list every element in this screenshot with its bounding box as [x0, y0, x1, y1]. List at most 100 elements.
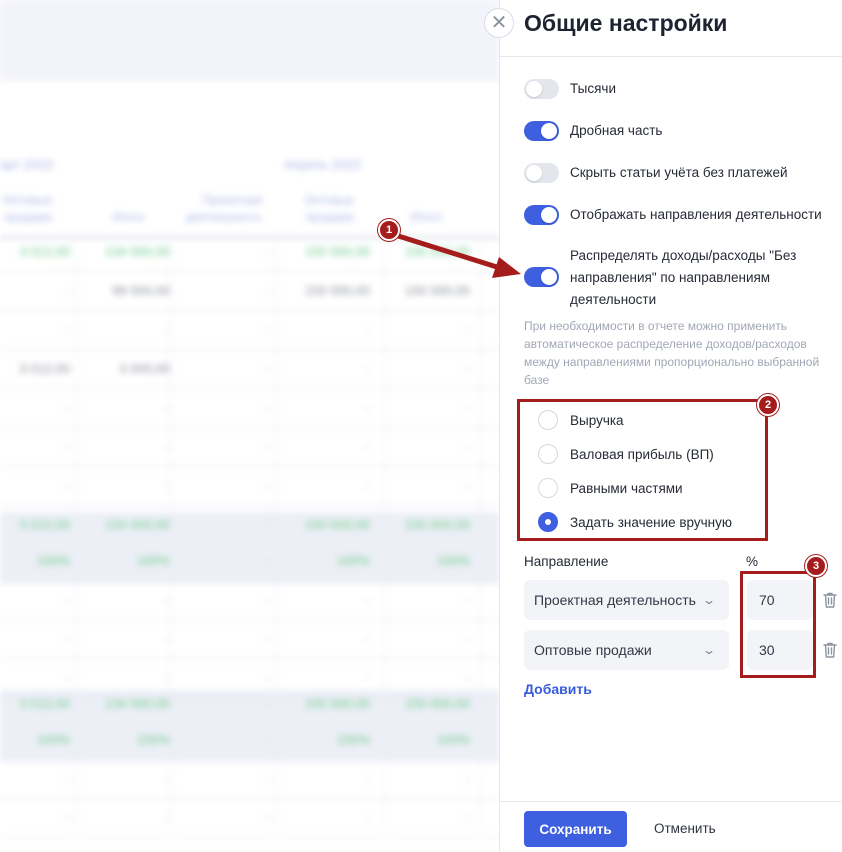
direction-select[interactable]: Проектная деятельность ⌄: [524, 580, 729, 620]
table-cell: 100%: [36, 732, 70, 747]
trash-icon[interactable]: [822, 641, 838, 659]
column-divider: [480, 240, 481, 830]
table-cell: -: [365, 400, 370, 415]
table-cell: -: [165, 439, 170, 454]
table-cell: 134 000,00: [104, 696, 170, 711]
toggle-label: Тысячи: [570, 81, 616, 96]
report-blur-layer: арт 2023 Апрель 2023 Оптовые продажи Ито…: [0, 0, 500, 852]
table-cell: -: [365, 322, 370, 337]
report-background: арт 2023 Апрель 2023 Оптовые продажи Ито…: [0, 0, 500, 852]
percent-column-label: %: [746, 554, 759, 569]
table-cell: -: [65, 322, 70, 337]
table-cell: -: [465, 400, 470, 415]
table-cell: -: [265, 696, 270, 711]
table-cell: -: [465, 592, 470, 607]
thousands-toggle[interactable]: [524, 79, 559, 99]
step-badge: 2: [757, 394, 779, 416]
table-cell: 150 000,00: [304, 517, 370, 532]
column-header: Итого: [112, 210, 144, 224]
table-cell: -: [165, 670, 170, 685]
table-cell: -: [265, 283, 270, 298]
row-divider: [0, 271, 500, 272]
row-divider: [0, 658, 500, 659]
table-cell: 3 012,00: [19, 696, 70, 711]
step-badge: 3: [805, 555, 827, 577]
table-cell: 150 000,00: [404, 517, 470, 532]
table-cell: -: [265, 631, 270, 646]
toggle-row-fraction: Дробная часть: [524, 120, 834, 142]
trash-icon[interactable]: [822, 591, 838, 609]
save-button[interactable]: Сохранить: [524, 811, 627, 847]
table-cell: -: [65, 478, 70, 493]
table-cell: 100%: [136, 553, 170, 568]
table-cell: -: [165, 322, 170, 337]
table-cell: 150 000,00: [304, 696, 370, 711]
table-cell: -: [265, 439, 270, 454]
table-cell: -: [265, 400, 270, 415]
table-cell: -: [265, 732, 270, 747]
table-cell: 150 000,00: [304, 244, 370, 259]
table-cell: 100%: [436, 732, 470, 747]
table-cell: -: [265, 478, 270, 493]
table-cell: -: [365, 771, 370, 786]
direction-select-value: Оптовые продажи: [534, 642, 652, 658]
table-cell: 150 000,00: [404, 244, 470, 259]
row-divider: [0, 837, 500, 838]
table-cell: -: [65, 670, 70, 685]
close-icon[interactable]: ✕: [484, 8, 514, 38]
table-cell: -: [465, 670, 470, 685]
toggle-row-distribute: Распределять доходы/расходы "Без направл…: [524, 245, 834, 311]
table-cell: -: [165, 592, 170, 607]
table-cell: -: [165, 771, 170, 786]
show-directions-toggle[interactable]: [524, 205, 559, 225]
table-cell: 99 000,00: [112, 283, 170, 298]
table-cell: -: [165, 400, 170, 415]
table-cell: -: [65, 810, 70, 825]
step-badge: 1: [378, 219, 400, 241]
table-cell: -: [465, 439, 470, 454]
table-cell: 134 000,00: [104, 244, 170, 259]
direction-column-label: Направление: [524, 554, 609, 569]
row-divider: [0, 505, 500, 506]
toggle-row-thousands: Тысячи: [524, 78, 834, 100]
table-cell: 100%: [336, 732, 370, 747]
direction-select[interactable]: Оптовые продажи ⌄: [524, 630, 729, 670]
fraction-toggle[interactable]: [524, 121, 559, 141]
table-cell: -: [165, 631, 170, 646]
distribute-toggle[interactable]: [524, 267, 559, 287]
table-cell: -: [465, 478, 470, 493]
table-cell: -: [165, 810, 170, 825]
column-header: Проектная деятельность: [185, 193, 262, 224]
table-cell: -: [265, 553, 270, 568]
table-cell: -: [265, 771, 270, 786]
hide-empty-items-toggle[interactable]: [524, 163, 559, 183]
chevron-down-icon: ⌄: [701, 643, 717, 657]
table-cell: 150 000,00: [404, 283, 470, 298]
toggle-knob: [526, 165, 542, 181]
toggle-knob: [541, 207, 557, 223]
toggle-label: Отображать направления деятельности: [570, 207, 822, 222]
row-divider: [0, 619, 500, 620]
table-cell: 3 012,00: [19, 517, 70, 532]
table-cell: -: [65, 400, 70, 415]
table-cell: -: [465, 361, 470, 376]
toggle-knob: [541, 123, 557, 139]
table-cell: -: [465, 771, 470, 786]
add-direction-link[interactable]: Добавить: [524, 681, 592, 697]
cancel-button[interactable]: Отменить: [654, 821, 716, 836]
table-cell: -: [265, 322, 270, 337]
table-cell: -: [65, 439, 70, 454]
toggle-knob: [526, 81, 542, 97]
table-cell: -: [65, 283, 70, 298]
table-cell: 100%: [336, 553, 370, 568]
report-header-band: [0, 0, 500, 80]
toggle-label: Распределять доходы/расходы "Без направл…: [570, 248, 797, 307]
month-label: арт 2023: [0, 157, 53, 172]
table-cell: -: [265, 670, 270, 685]
month-label: Апрель 2023: [284, 157, 361, 172]
row-divider: [0, 427, 500, 428]
table-cell: 3 000,00: [119, 361, 170, 376]
panel-title: Общие настройки: [524, 10, 728, 36]
table-cell: -: [365, 810, 370, 825]
header-divider: [0, 236, 500, 239]
